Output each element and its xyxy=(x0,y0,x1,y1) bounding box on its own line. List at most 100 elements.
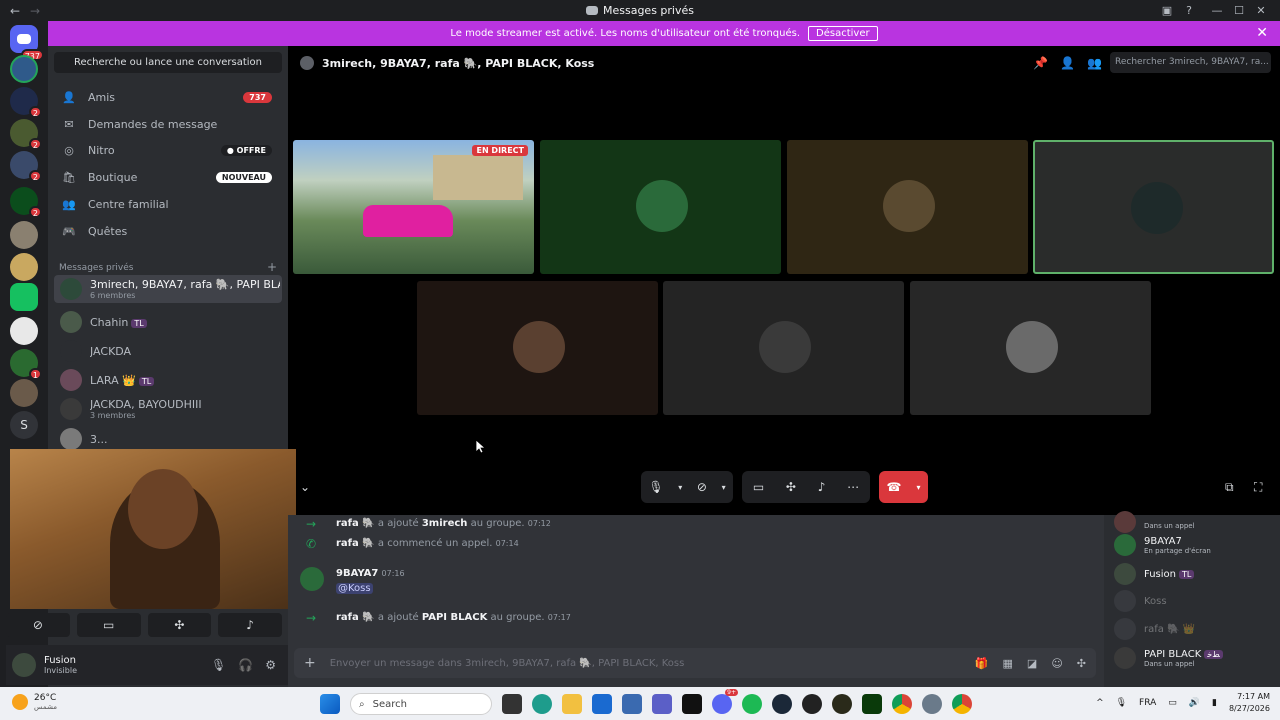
edge-icon[interactable] xyxy=(532,694,552,714)
screen-share-icon[interactable]: ▭ xyxy=(753,480,764,494)
gif-icon[interactable]: ▦ xyxy=(1003,657,1013,670)
task-view-icon[interactable] xyxy=(502,694,522,714)
server-icon[interactable]: S xyxy=(10,411,38,439)
participant-tile[interactable] xyxy=(1033,140,1274,274)
member-item[interactable]: Koss xyxy=(1114,590,1167,612)
server-icon[interactable]: 2 xyxy=(10,151,42,182)
member-item[interactable]: rafa 🐘 👑 xyxy=(1114,618,1195,640)
member-item[interactable]: Dans un appel xyxy=(1114,511,1195,533)
members-icon[interactable]: 👥 xyxy=(1087,56,1102,70)
server-icon[interactable] xyxy=(10,283,38,311)
inbox-icon[interactable]: ▣ xyxy=(1160,4,1174,18)
camera-preview[interactable] xyxy=(10,449,296,609)
server-icon[interactable]: 2 xyxy=(10,87,42,118)
nav-message-requests[interactable]: ✉ Demandes de message xyxy=(54,111,282,137)
nav-family-center[interactable]: 👥 Centre familial xyxy=(54,191,282,217)
avatar[interactable] xyxy=(12,653,36,677)
nav-friends[interactable]: 👤 Amis 737 xyxy=(54,84,282,110)
server-icon[interactable] xyxy=(10,221,38,249)
dm-item[interactable]: JACKDA, BAYOUDHIII 3 membres xyxy=(54,395,282,423)
call-search-input[interactable]: Rechercher 3mirech, 9BAYA7, ra... xyxy=(1110,52,1271,73)
help-icon[interactable]: ? xyxy=(1182,4,1196,18)
server-icon[interactable] xyxy=(10,379,38,407)
language-indicator[interactable]: FRA xyxy=(1139,698,1156,708)
avatar[interactable] xyxy=(300,567,324,591)
server-icon[interactable]: 2 xyxy=(10,187,42,218)
add-attachment-icon[interactable]: + xyxy=(304,655,316,671)
camera-off-button[interactable]: ⊘ xyxy=(6,613,70,637)
soundboard-button[interactable]: ♪ xyxy=(218,613,282,637)
pin-icon[interactable]: 📌 xyxy=(1033,56,1048,70)
popout-icon[interactable]: ⧉ xyxy=(1225,480,1234,495)
participant-tile[interactable] xyxy=(910,281,1151,415)
file-explorer-icon[interactable] xyxy=(562,694,582,714)
maximize-icon[interactable]: ☐ xyxy=(1232,4,1246,18)
screen-share-button[interactable]: ▭ xyxy=(76,613,141,637)
microphone-icon[interactable]: 🎙 xyxy=(1116,698,1127,708)
microphone-icon[interactable]: 🎙 xyxy=(648,480,663,494)
gift-icon[interactable]: 🎁 xyxy=(975,657,989,670)
headphones-icon[interactable]: 🎧 xyxy=(238,658,253,672)
message-input[interactable]: + Envoyer un message dans 3mirech, 9BAYA… xyxy=(294,648,1096,678)
more-icon[interactable]: ⋯ xyxy=(847,480,859,494)
windows-start-icon[interactable] xyxy=(320,694,340,714)
participant-tile[interactable] xyxy=(787,140,1028,274)
volume-icon[interactable]: 🔊 xyxy=(1189,698,1200,708)
emoji-icon[interactable]: ☺ xyxy=(1051,657,1062,670)
nav-shop[interactable]: 🛍 Boutique NOUVEAU xyxy=(54,164,282,190)
game-app-icon[interactable] xyxy=(802,694,822,714)
server-icon[interactable] xyxy=(10,55,38,83)
chrome-icon[interactable] xyxy=(892,694,912,714)
mail-icon[interactable] xyxy=(592,694,612,714)
close-window-icon[interactable]: ✕ xyxy=(1254,4,1268,18)
game-app-icon[interactable] xyxy=(862,694,882,714)
participant-tile[interactable] xyxy=(663,281,904,415)
server-icon[interactable] xyxy=(10,253,38,281)
terminal-icon[interactable] xyxy=(682,694,702,714)
activities-icon[interactable]: ✣ xyxy=(786,480,796,494)
server-icon[interactable]: 1 xyxy=(10,349,42,380)
add-dm-icon[interactable]: + xyxy=(267,261,277,273)
close-banner-icon[interactable]: ✕ xyxy=(1256,25,1268,41)
apps-icon[interactable]: ✣ xyxy=(1077,657,1086,670)
weather-widget[interactable]: 26°C مشمس xyxy=(12,693,57,711)
stream-tile[interactable]: EN DIRECT xyxy=(293,140,534,274)
nav-quests[interactable]: 🎮 Quêtes xyxy=(54,218,282,244)
server-icon[interactable]: 2 xyxy=(10,119,42,150)
chevron-up-icon[interactable]: ^ xyxy=(1096,698,1104,708)
sticker-icon[interactable]: ◪ xyxy=(1027,657,1037,670)
participant-tile[interactable] xyxy=(417,281,658,415)
message-target[interactable]: 3mirech xyxy=(422,518,468,529)
settings-gear-icon[interactable]: ⚙ xyxy=(265,658,276,672)
collapse-chevron-icon[interactable]: ⌄ xyxy=(300,480,310,494)
home-button[interactable]: 737 xyxy=(10,25,44,61)
nav-nitro[interactable]: ◎ Nitro ● OFFRE xyxy=(54,137,282,163)
add-friend-icon[interactable]: 👤 xyxy=(1060,56,1075,70)
dm-item[interactable]: JACKDA xyxy=(54,337,282,365)
store-icon[interactable] xyxy=(622,694,642,714)
activities-button[interactable]: ✣ xyxy=(147,613,212,637)
clock[interactable]: 7:17 AM 8/27/2026 xyxy=(1229,691,1270,715)
message-user[interactable]: 9BAYA7 xyxy=(336,568,378,579)
spotify-icon[interactable] xyxy=(742,694,762,714)
minimize-icon[interactable]: — xyxy=(1210,4,1224,18)
dm-item[interactable]: Chahin TL xyxy=(54,308,282,336)
mention[interactable]: @Koss xyxy=(336,583,373,594)
disconnect-button[interactable]: ☎ ▾ xyxy=(879,471,928,503)
participant-tile[interactable] xyxy=(540,140,781,274)
teams-icon[interactable] xyxy=(652,694,672,714)
conversation-search-input[interactable]: Recherche ou lance une conversation xyxy=(54,52,282,73)
member-item[interactable]: PAPI BLACK ﻂﺧ Dans un appel xyxy=(1114,647,1223,669)
message-user[interactable]: rafa 🐘 xyxy=(336,518,375,529)
message-user[interactable]: rafa 🐘 xyxy=(336,538,375,549)
chrome-icon[interactable] xyxy=(952,694,972,714)
message-target[interactable]: PAPI BLACK xyxy=(422,612,488,623)
chevron-down-icon[interactable]: ▾ xyxy=(722,483,726,492)
camera-off-icon[interactable]: ⊘ xyxy=(697,480,707,494)
fullscreen-icon[interactable]: ⛶ xyxy=(1254,480,1262,495)
steam-icon[interactable] xyxy=(772,694,792,714)
server-icon[interactable] xyxy=(10,317,38,345)
monitor-icon[interactable]: ▭ xyxy=(1168,698,1177,708)
battery-icon[interactable]: ▮ xyxy=(1212,698,1217,708)
dm-item[interactable]: 3mirech, 9BAYA7, rafa 🐘, PAPI BLACK,...6… xyxy=(54,275,282,303)
